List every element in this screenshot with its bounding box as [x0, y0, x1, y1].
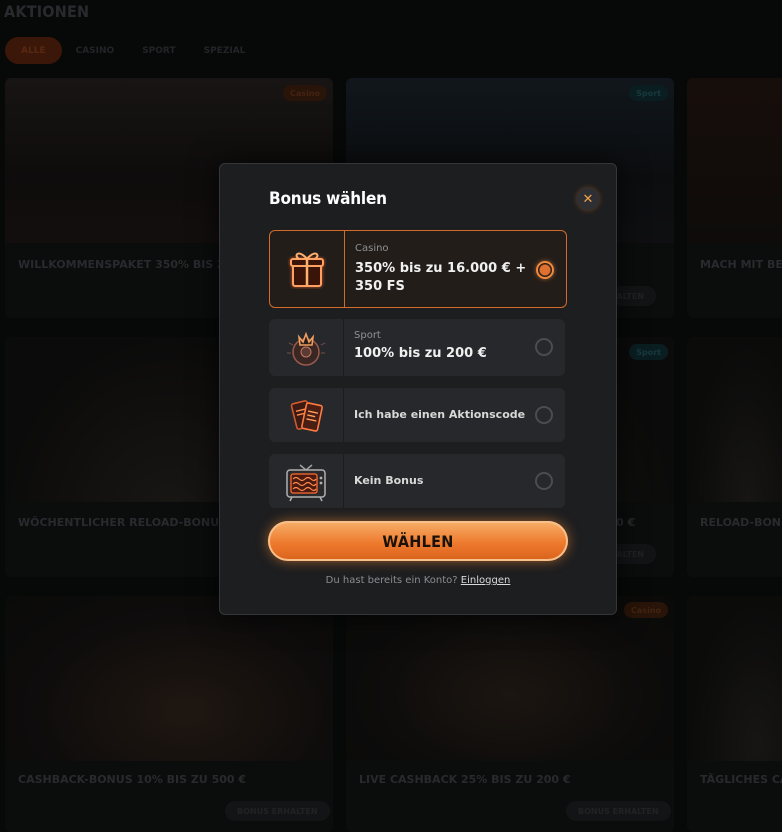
bonus-select-modal: Bonus wählen ✕ Casino 350% bis zu 16.000…	[219, 163, 617, 615]
option-category: Sport	[354, 330, 381, 341]
radio-button[interactable]	[535, 406, 553, 424]
tickets-icon	[269, 388, 344, 442]
crown-ball-icon	[269, 319, 344, 376]
modal-title: Bonus wählen	[269, 189, 387, 209]
bonus-option-promo-code[interactable]: Ich habe einen Aktionscode	[269, 388, 565, 442]
option-category: Casino	[355, 243, 389, 254]
tv-icon	[269, 454, 344, 508]
login-prompt-text: Du hast bereits ein Konto?	[325, 575, 458, 586]
radio-button[interactable]	[535, 472, 553, 490]
option-offer: Ich habe einen Aktionscode	[354, 408, 526, 421]
radio-button[interactable]	[536, 261, 554, 279]
login-prompt: Du hast bereits ein Konto? Einloggen	[220, 575, 616, 586]
radio-button[interactable]	[535, 338, 553, 356]
login-link[interactable]: Einloggen	[461, 575, 511, 586]
bonus-option-sport[interactable]: Sport 100% bis zu 200 €	[269, 319, 565, 376]
option-offer: Kein Bonus	[354, 474, 424, 487]
close-icon[interactable]: ✕	[577, 188, 599, 210]
gift-icon	[270, 231, 345, 307]
bonus-option-casino[interactable]: Casino 350% bis zu 16.000 € + 350 FS	[269, 230, 567, 308]
option-offer: 350% bis zu 16.000 € + 350 FS	[355, 261, 527, 294]
option-offer: 100% bis zu 200 €	[354, 346, 487, 361]
select-button[interactable]: WÄHLEN	[268, 521, 568, 561]
bonus-option-no-bonus[interactable]: Kein Bonus	[269, 454, 565, 508]
